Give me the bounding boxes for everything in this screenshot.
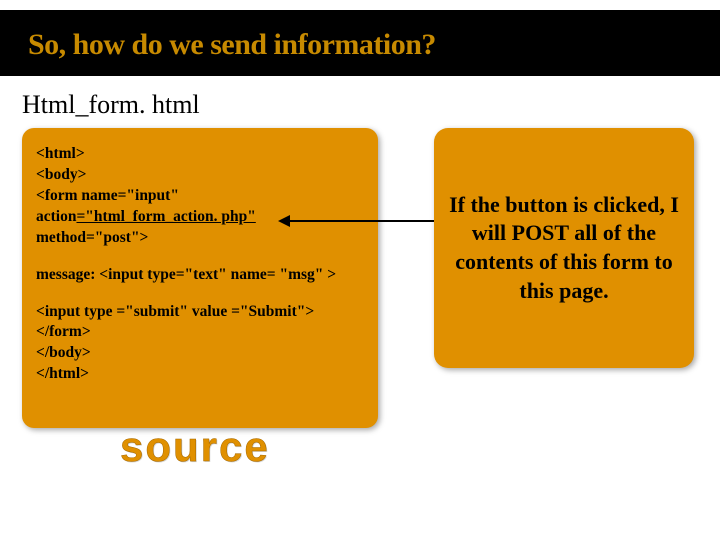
code-span: action bbox=[36, 208, 76, 225]
code-line: <form name="input" bbox=[36, 186, 364, 207]
subtitle: Html_form. html bbox=[22, 90, 720, 120]
slide-title: So, how do we send information? bbox=[28, 28, 692, 62]
code-line: <input type ="submit" value ="Submit"> bbox=[36, 302, 364, 323]
source-label: source bbox=[120, 423, 270, 471]
callout-box: If the button is clicked, I will POST al… bbox=[434, 128, 694, 368]
code-line: <html> bbox=[36, 144, 364, 165]
code-line: </form> bbox=[36, 322, 364, 343]
code-underline: ="html_form_action. php" bbox=[76, 208, 255, 225]
code-box: <html> <body> <form name="input" action=… bbox=[22, 128, 378, 428]
callout-text: If the button is clicked, I will POST al… bbox=[448, 191, 680, 305]
spacer bbox=[36, 286, 364, 302]
code-line: action="html_form_action. php" bbox=[36, 207, 364, 228]
code-line: </body> bbox=[36, 343, 364, 364]
code-line: </html> bbox=[36, 364, 364, 385]
title-bar: So, how do we send information? bbox=[0, 10, 720, 76]
content-area: <html> <body> <form name="input" action=… bbox=[0, 128, 720, 508]
arrow-icon bbox=[280, 220, 440, 222]
spacer bbox=[36, 249, 364, 265]
code-line: method="post"> bbox=[36, 228, 364, 249]
code-line: <body> bbox=[36, 165, 364, 186]
code-line: message: <input type="text" name= "msg" … bbox=[36, 265, 364, 286]
